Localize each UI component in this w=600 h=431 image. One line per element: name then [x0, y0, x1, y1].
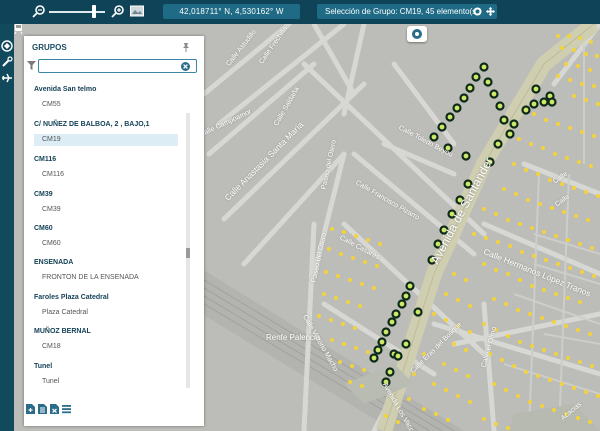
- new-document-icon[interactable]: [26, 404, 35, 414]
- list-item: ENSENADA FRONTON DE LA ENSENADA: [24, 259, 186, 295]
- panel-title: GRUPOS: [32, 43, 67, 52]
- clear-x-icon[interactable]: [181, 62, 190, 71]
- group-name[interactable]: Avenida San telmo: [34, 86, 96, 93]
- globe-icon[interactable]: [473, 7, 482, 16]
- tools-icon[interactable]: [1, 56, 13, 68]
- top-toolbar: 42,018711° N, 4,530162° W Selección de G…: [0, 0, 600, 24]
- delete-document-icon[interactable]: [50, 404, 59, 414]
- layers-globe-icon[interactable]: [1, 40, 13, 52]
- group-element[interactable]: FRONTON DE LA ENSENADA: [34, 272, 178, 284]
- plane-icon[interactable]: [1, 72, 13, 84]
- move-arrows-icon[interactable]: [486, 7, 495, 16]
- groups-list: Avenida San telmo CM55 C/ NUÑEZ DE BALBO…: [24, 80, 186, 390]
- group-element[interactable]: CM116: [34, 169, 178, 181]
- group-element[interactable]: Plaza Catedral: [34, 307, 178, 319]
- list-item: CM116 CM116: [24, 156, 186, 192]
- group-element[interactable]: CM39: [34, 204, 178, 216]
- train-station-icon: [14, 24, 23, 34]
- list-item: Faroles Plaza Catedral Plaza Catedral: [24, 294, 186, 330]
- group-element[interactable]: CM18: [34, 341, 178, 353]
- group-element[interactable]: Tunel: [34, 376, 178, 388]
- list-item: C/ NUÑEZ DE BALBOA, 2 , BAJO,1 CM19: [24, 121, 186, 157]
- group-name[interactable]: CM60: [34, 225, 53, 232]
- group-name[interactable]: Tunel: [34, 363, 52, 370]
- selection-label: Selección de Grupo: CM19, 45 elemento(s): [325, 7, 479, 16]
- group-element[interactable]: CM60: [34, 238, 178, 250]
- edit-document-icon[interactable]: [38, 404, 47, 414]
- group-name[interactable]: MUÑOZ BERNAL: [34, 328, 91, 335]
- group-name[interactable]: C/ NUÑEZ DE BALBOA, 2 , BAJO,1: [34, 121, 150, 128]
- zoom-out-magnifier-icon[interactable]: [32, 4, 46, 18]
- group-name[interactable]: CM39: [34, 191, 53, 198]
- zoom-slider-handle[interactable]: [91, 5, 96, 18]
- pin-icon[interactable]: [181, 42, 191, 52]
- group-name[interactable]: CM116: [34, 156, 56, 163]
- zoom-slider-track[interactable]: [49, 11, 105, 13]
- group-filter-input[interactable]: [38, 59, 197, 73]
- group-name[interactable]: Faroles Plaza Catedral: [34, 294, 109, 301]
- coordinates-readout: 42,018711° N, 4,530162° W: [163, 4, 300, 19]
- basemap-image-icon[interactable]: [130, 4, 144, 18]
- group-name[interactable]: ENSENADA: [34, 259, 73, 266]
- group-selection-box: Selección de Grupo: CM19, 45 elemento(s): [317, 4, 497, 19]
- groups-panel: GRUPOS Avenida San telmo CM55 C/ NUÑEZ D…: [24, 36, 204, 426]
- group-element-selected[interactable]: CM19: [34, 134, 178, 146]
- list-menu-icon[interactable]: [62, 404, 71, 414]
- scrollbar-thumb[interactable]: [186, 248, 190, 258]
- list-item: MUÑOZ BERNAL CM18: [24, 328, 186, 364]
- left-tool-strip: [0, 24, 14, 431]
- list-item: Avenida San telmo CM55: [24, 86, 186, 122]
- funnel-icon: [27, 61, 36, 70]
- list-item: Tunel Tunel: [24, 363, 186, 399]
- list-item: CM39 CM39: [24, 191, 186, 227]
- locate-button[interactable]: [407, 26, 427, 42]
- list-item: CM60 CM60: [24, 225, 186, 261]
- zoom-in-magnifier-icon[interactable]: [111, 4, 125, 18]
- group-element[interactable]: CM55: [34, 99, 178, 111]
- station-label: Renfe Palencia: [266, 333, 321, 342]
